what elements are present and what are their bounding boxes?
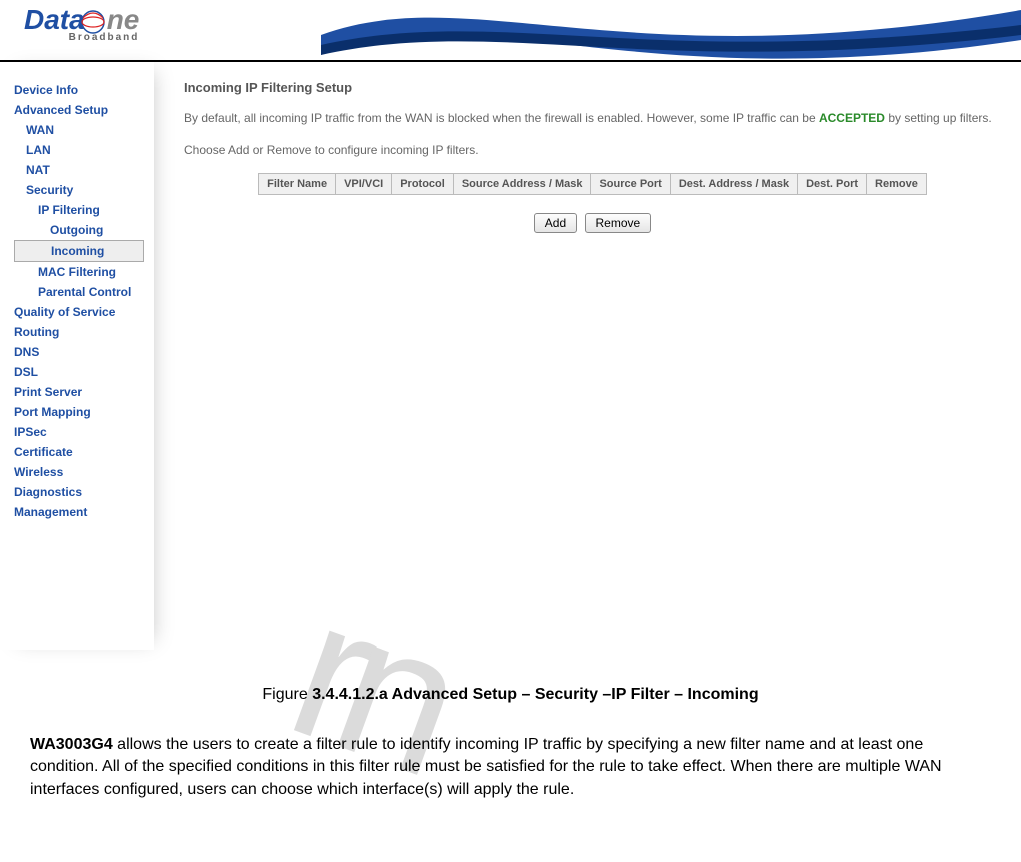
logo-word1: Data bbox=[24, 4, 85, 35]
sidebar-item-wan[interactable]: WAN bbox=[14, 120, 154, 140]
sidebar-item-management[interactable]: Management bbox=[14, 502, 154, 522]
page-title: Incoming IP Filtering Setup bbox=[184, 80, 1001, 95]
sidebar-item-nat[interactable]: NAT bbox=[14, 160, 154, 180]
logo: Datane Broadband bbox=[24, 4, 139, 43]
filter-table: Filter NameVPI/VCIProtocolSource Address… bbox=[258, 173, 927, 195]
col-protocol: Protocol bbox=[392, 174, 454, 195]
header-swoosh bbox=[321, 0, 1021, 60]
sidebar-item-port-mapping[interactable]: Port Mapping bbox=[14, 402, 154, 422]
remove-button[interactable]: Remove bbox=[585, 213, 652, 233]
caption-prefix: Figure bbox=[262, 686, 312, 703]
figure-caption: Figure 3.4.4.1.2.a Advanced Setup – Secu… bbox=[30, 686, 991, 704]
sidebar-item-lan[interactable]: LAN bbox=[14, 140, 154, 160]
sidebar-item-device-info[interactable]: Device Info bbox=[14, 80, 154, 100]
sidebar-item-security[interactable]: Security bbox=[14, 180, 154, 200]
main-content: Incoming IP Filtering Setup By default, … bbox=[154, 62, 1021, 650]
caption-bold: 3.4.4.1.2.a Advanced Setup – Security –I… bbox=[312, 686, 758, 703]
sidebar-item-routing[interactable]: Routing bbox=[14, 322, 154, 342]
figure-area: rn Figure 3.4.4.1.2.a Advanced Setup – S… bbox=[0, 650, 1021, 831]
table-header-row: Filter NameVPI/VCIProtocolSource Address… bbox=[259, 174, 927, 195]
model-name: WA3003G4 bbox=[30, 736, 113, 753]
sidebar-item-wireless[interactable]: Wireless bbox=[14, 462, 154, 482]
sidebar-item-incoming[interactable]: Incoming bbox=[14, 240, 144, 262]
button-row: Add Remove bbox=[184, 213, 1001, 233]
sidebar: Device InfoAdvanced SetupWANLANNATSecuri… bbox=[0, 62, 154, 650]
sidebar-item-outgoing[interactable]: Outgoing bbox=[14, 220, 154, 240]
desc-pre: By default, all incoming IP traffic from… bbox=[184, 111, 819, 125]
sidebar-item-quality-of-service[interactable]: Quality of Service bbox=[14, 302, 154, 322]
sidebar-item-dsl[interactable]: DSL bbox=[14, 362, 154, 382]
description-2: Choose Add or Remove to configure incomi… bbox=[184, 141, 1001, 159]
logo-word2: ne bbox=[107, 4, 140, 35]
col-source-port: Source Port bbox=[591, 174, 670, 195]
desc-post: by setting up filters. bbox=[885, 111, 992, 125]
sidebar-item-ip-filtering[interactable]: IP Filtering bbox=[14, 200, 154, 220]
sidebar-item-advanced-setup[interactable]: Advanced Setup bbox=[14, 100, 154, 120]
add-button[interactable]: Add bbox=[534, 213, 577, 233]
description-1: By default, all incoming IP traffic from… bbox=[184, 109, 1001, 127]
sidebar-item-diagnostics[interactable]: Diagnostics bbox=[14, 482, 154, 502]
col-filter-name: Filter Name bbox=[259, 174, 336, 195]
col-vpi-vci: VPI/VCI bbox=[336, 174, 392, 195]
sidebar-item-certificate[interactable]: Certificate bbox=[14, 442, 154, 462]
sidebar-item-mac-filtering[interactable]: MAC Filtering bbox=[14, 262, 154, 282]
col-source-address-mask: Source Address / Mask bbox=[453, 174, 591, 195]
sidebar-item-print-server[interactable]: Print Server bbox=[14, 382, 154, 402]
sidebar-item-dns[interactable]: DNS bbox=[14, 342, 154, 362]
col-dest-port: Dest. Port bbox=[798, 174, 867, 195]
body-rest: allows the users to create a filter rule… bbox=[30, 736, 942, 798]
sidebar-item-parental-control[interactable]: Parental Control bbox=[14, 282, 154, 302]
col-remove: Remove bbox=[867, 174, 927, 195]
desc-accepted: ACCEPTED bbox=[819, 111, 885, 125]
header-bar: Datane Broadband bbox=[0, 0, 1021, 62]
body-paragraph: WA3003G4 allows the users to create a fi… bbox=[30, 734, 991, 801]
col-dest-address-mask: Dest. Address / Mask bbox=[670, 174, 797, 195]
sidebar-item-ipsec[interactable]: IPSec bbox=[14, 422, 154, 442]
